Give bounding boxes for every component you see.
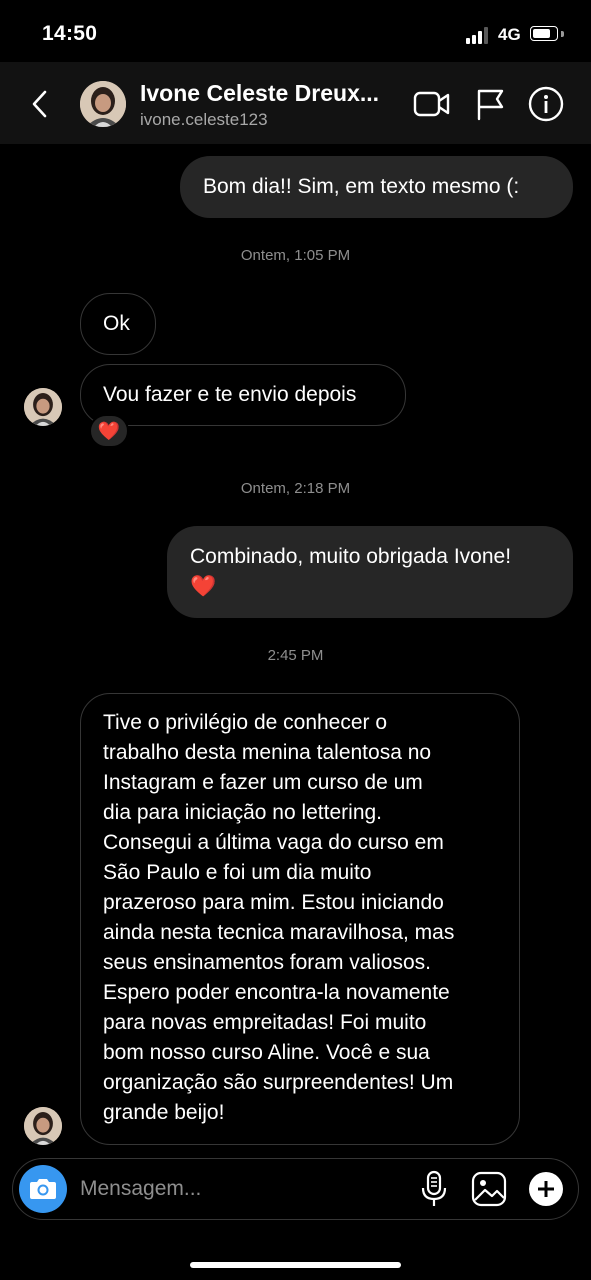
message-text: Tive o privilégio de conhecer o trabalho…	[103, 708, 454, 1128]
timestamp: 2:45 PM	[267, 647, 324, 664]
heart-icon: ❤️	[190, 575, 217, 598]
message-line: Espero poder encontra-la novamente	[103, 981, 450, 1004]
message-line: bom nosso curso Aline. Você e sua	[103, 1041, 430, 1064]
message-line: organização são surpreendentes! Um	[103, 1071, 454, 1094]
network-type: 4G	[498, 25, 521, 44]
contact-username[interactable]: ivone.celeste123	[140, 110, 268, 130]
info-icon[interactable]	[527, 85, 565, 123]
camera-icon[interactable]	[19, 1165, 67, 1213]
status-time: 14:50	[42, 22, 98, 45]
message-line: dia para iniciação no lettering.	[103, 801, 383, 824]
avatar[interactable]	[80, 81, 126, 127]
message-line: Instagram e fazer um curso de um	[103, 771, 423, 794]
message-text: Vou fazer e te envio depois	[103, 383, 357, 406]
battery-tip	[561, 31, 564, 37]
message-text: Bom dia!! Sim, em texto mesmo (:	[203, 175, 520, 198]
message-outgoing[interactable]: Combinado, muito obrigada Ivone! ❤️	[167, 526, 573, 618]
message-line: Consegui a última vaga do curso em	[103, 831, 444, 854]
message-line: ainda nesta tecnica maravilhosa, mas	[103, 921, 455, 944]
home-indicator[interactable]	[190, 1262, 401, 1268]
gallery-icon[interactable]	[470, 1170, 508, 1208]
message-line: grande beijo!	[103, 1101, 225, 1124]
message-input[interactable]: Mensagem...	[80, 1177, 201, 1201]
message-line: para novas empreitadas! Foi muito	[103, 1011, 427, 1034]
message-line: prazeroso para mim. Estou iniciando	[103, 891, 444, 914]
message-line: seus ensinamentos foram valiosos.	[103, 951, 431, 974]
avatar[interactable]	[24, 1107, 62, 1145]
signal-icon	[466, 26, 492, 44]
message-incoming[interactable]: Tive o privilégio de conhecer o trabalho…	[80, 693, 520, 1145]
message-line: trabalho desta menina talentosa no	[103, 741, 432, 764]
message-line: Tive o privilégio de conhecer o	[103, 711, 388, 734]
message-text: Ok	[103, 312, 130, 335]
microphone-icon[interactable]	[416, 1170, 452, 1208]
timestamp: Ontem, 2:18 PM	[240, 480, 351, 497]
video-call-icon[interactable]	[413, 85, 451, 123]
message-line: São Paulo e foi um dia muito	[103, 861, 372, 884]
message-outgoing[interactable]: Bom dia!! Sim, em texto mesmo (:	[180, 156, 573, 218]
message-incoming[interactable]: Vou fazer e te envio depois	[80, 364, 406, 426]
message-incoming[interactable]: Ok	[80, 293, 156, 355]
plus-icon[interactable]	[528, 1171, 564, 1207]
heart-icon: ❤️	[97, 421, 121, 441]
flag-icon[interactable]	[472, 85, 510, 123]
avatar[interactable]	[24, 388, 62, 426]
contact-name[interactable]: Ivone Celeste Dreux...	[140, 80, 379, 107]
back-icon[interactable]	[28, 88, 54, 120]
timestamp: Ontem, 1:05 PM	[240, 247, 351, 264]
message-text: Combinado, muito obrigada Ivone!	[190, 545, 512, 568]
battery-icon	[530, 26, 558, 41]
heart-reaction[interactable]: ❤️	[89, 414, 129, 448]
